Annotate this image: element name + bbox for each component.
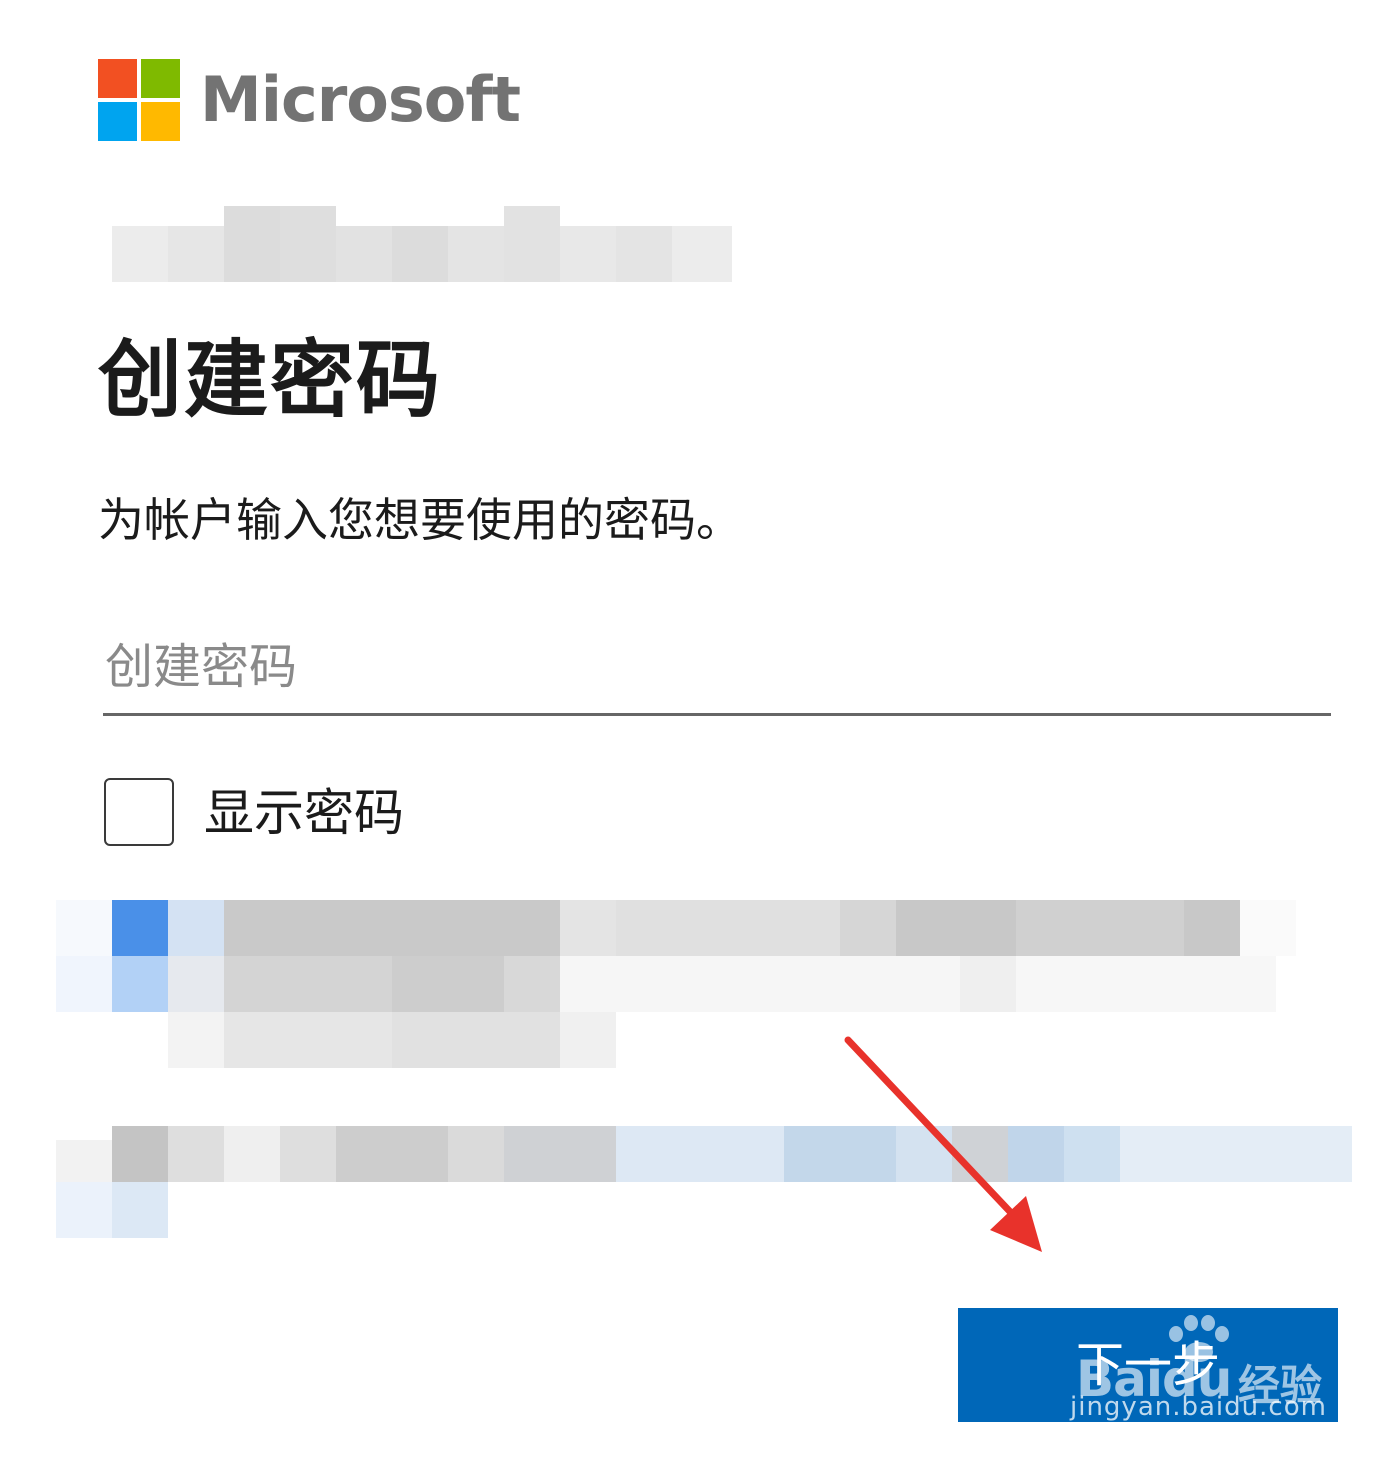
password-input[interactable] <box>103 620 1331 716</box>
annotation-arrow-icon <box>844 1036 1042 1252</box>
show-password-label[interactable]: 显示密码 <box>204 782 404 844</box>
page-title: 创建密码 <box>98 331 443 429</box>
microsoft-logo: Microsoft <box>98 58 521 142</box>
next-button[interactable]: 下一步 <box>958 1308 1338 1422</box>
microsoft-logo-icon <box>98 59 180 141</box>
show-password-checkbox[interactable] <box>104 778 174 846</box>
microsoft-wordmark: Microsoft <box>200 63 521 136</box>
page-description: 为帐户输入您想要使用的密码。 <box>98 493 742 547</box>
